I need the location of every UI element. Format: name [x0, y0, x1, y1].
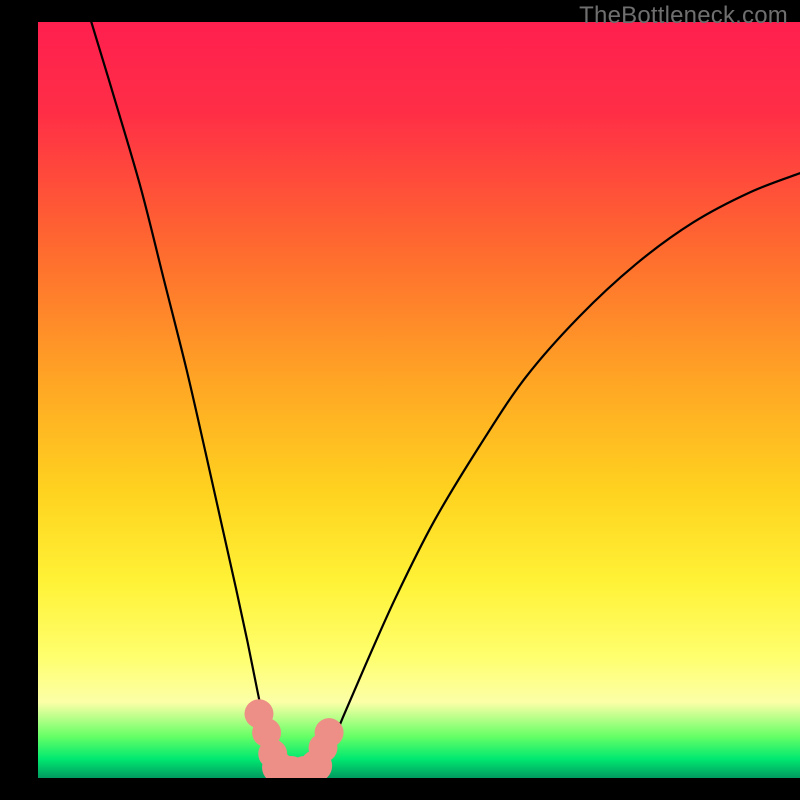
- chart-frame: TheBottleneck.com: [0, 0, 800, 800]
- plot-background: [38, 22, 800, 778]
- watermark-text: TheBottleneck.com: [579, 2, 788, 30]
- marker-dot: [315, 718, 344, 747]
- bottleneck-chart: [0, 0, 800, 800]
